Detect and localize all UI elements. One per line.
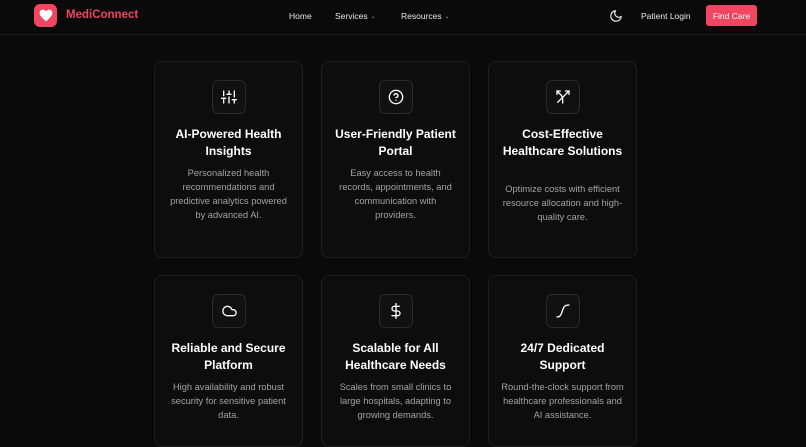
feature-icon-box xyxy=(546,80,580,114)
feature-description: Optimize costs with efficient resource a… xyxy=(502,184,623,222)
split-arrows-icon xyxy=(556,90,570,104)
cloud-icon xyxy=(221,305,237,317)
feature-title: Reliable and Secure Platform xyxy=(171,341,286,372)
brand-name[interactable]: MediConnect xyxy=(66,9,138,21)
chevron-down-icon: ⌄ xyxy=(444,13,450,20)
feature-icon-box xyxy=(212,80,246,114)
feature-card: 24/7 Dedicated Support Round-the-clock s… xyxy=(488,275,637,447)
dollar-icon xyxy=(391,303,401,319)
feature-card: AI-Powered Health Insights Personalized … xyxy=(154,61,303,258)
feature-title: Scalable for All Healthcare Needs xyxy=(345,341,446,372)
curve-icon xyxy=(556,304,570,318)
nav-link-resources[interactable]: Resources ⌄ xyxy=(401,11,450,21)
nav-link-home[interactable]: Home xyxy=(289,11,312,21)
feature-title: User-Friendly Patient Portal xyxy=(335,127,456,158)
patient-login-link[interactable]: Patient Login xyxy=(641,11,691,21)
feature-description: Scales from small clinics to large hospi… xyxy=(339,382,452,420)
moon-icon xyxy=(610,10,622,22)
sliders-icon xyxy=(221,90,237,104)
feature-title: AI-Powered Health Insights xyxy=(175,127,282,158)
chevron-down-icon: ⌄ xyxy=(370,13,376,20)
logo[interactable] xyxy=(34,4,57,27)
heart-icon xyxy=(39,9,52,22)
feature-description: Easy access to health records, appointme… xyxy=(339,168,452,220)
find-care-button[interactable]: Find Care xyxy=(706,5,757,26)
feature-description: Round-the-clock support from healthcare … xyxy=(501,382,624,420)
question-circle-icon xyxy=(388,89,404,105)
nav-link-label: Resources xyxy=(401,11,442,21)
feature-icon-box xyxy=(379,80,413,114)
feature-card: Cost-Effective Healthcare Solutions Opti… xyxy=(488,61,637,258)
feature-card: User-Friendly Patient Portal Easy access… xyxy=(321,61,470,258)
theme-toggle[interactable] xyxy=(609,9,623,23)
nav-link-services[interactable]: Services ⌄ xyxy=(335,11,376,21)
nav-link-label: Home xyxy=(289,11,312,21)
feature-description: Personalized health recommendations and … xyxy=(170,168,287,220)
feature-title: Cost-Effective Healthcare Solutions xyxy=(502,127,623,158)
feature-card: Reliable and Secure Platform High availa… xyxy=(154,275,303,447)
feature-description: High availability and robust security fo… xyxy=(171,382,286,420)
feature-card: Scalable for All Healthcare Needs Scales… xyxy=(321,275,470,447)
feature-icon-box xyxy=(379,294,413,328)
navbar: MediConnect Home Services ⌄ Resources ⌄ … xyxy=(0,0,806,35)
feature-title: 24/7 Dedicated Support xyxy=(520,341,605,372)
nav-link-label: Services xyxy=(335,11,368,21)
feature-icon-box xyxy=(546,294,580,328)
feature-icon-box xyxy=(212,294,246,328)
